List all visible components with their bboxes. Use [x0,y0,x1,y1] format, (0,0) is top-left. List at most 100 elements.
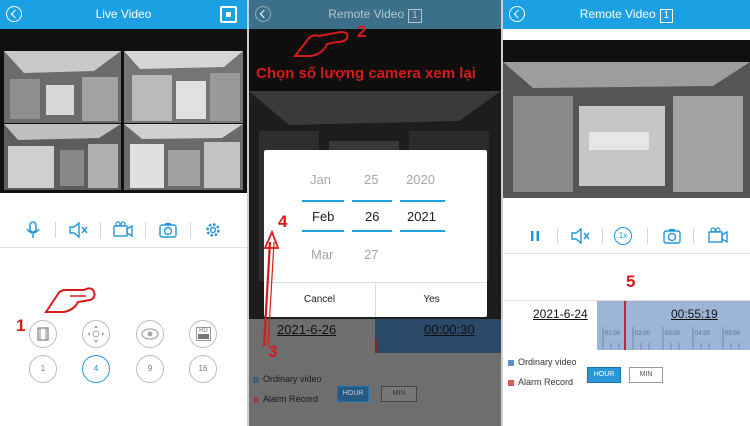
playback-button[interactable] [29,320,57,348]
tick-label: 02:00 [635,331,651,337]
pointing-hand-icon [44,287,96,313]
timeline-date: 2021-6-26 [277,322,337,337]
min-button[interactable]: MIN [381,386,417,402]
month-option[interactable]: Mar [311,247,333,262]
pointing-hand-icon [292,30,349,57]
page-title: Remote Video 1 [503,7,750,23]
day-option[interactable]: 25 [364,172,378,187]
speed-label: 1x [618,231,628,240]
ok-button[interactable]: Yes [376,294,487,305]
ordinary-legend-marker [508,360,514,366]
hour-button[interactable]: HOUR [337,386,369,402]
hd-icon: HD [196,327,211,341]
split-label: 1 [40,364,46,373]
split-1-button[interactable]: 1 [29,355,57,383]
camera-tile-3[interactable] [4,124,121,190]
divider [55,222,56,238]
camera-count-badge[interactable]: 1 [408,9,422,23]
live-toolbar [0,212,247,248]
playback-video[interactable] [503,40,750,198]
ordinary-legend-marker [253,377,259,383]
record-icon[interactable] [707,226,729,246]
camera-tile-2[interactable] [124,51,243,123]
split-9-button[interactable]: 9 [136,355,164,383]
page-title-text: Remote Video [579,7,656,21]
annotation-text: Chọn số lượng camera xem lại [256,65,476,82]
step-5-label: 5 [626,272,636,291]
timeline-time: 00:55:19 [671,307,718,321]
divider [602,228,603,244]
settings-icon[interactable] [202,220,224,240]
selected-year[interactable]: 2021 [407,209,436,224]
remote-video-titlebar: Remote Video 1 [249,0,501,29]
record-icon[interactable] [112,220,134,240]
camera-tile-1[interactable] [4,51,121,123]
fisheye-icon [141,328,159,340]
date-picker-dialog: Jan 25 2020 Feb 26 2021 Mar 27 Cancel Ye… [264,150,487,317]
split-4-button[interactable]: 4 [82,355,110,383]
camera-grid [0,29,247,193]
tick-label: 05:00 [725,331,741,337]
day-option[interactable]: 27 [364,247,378,262]
divider [557,228,558,244]
playback-icon [37,327,49,341]
fullscreen-icon[interactable] [220,6,237,23]
camera-image [4,124,121,190]
arrow-icon [262,229,280,347]
day-selection-top-line [352,200,392,202]
day-selection-bottom-line [352,230,392,232]
year-selection-top-line [400,200,445,202]
alarm-legend-text: Alarm Record [263,394,319,404]
ptz-button[interactable] [82,320,110,348]
page-title-text: Remote Video [328,7,405,21]
mute-icon[interactable] [569,226,591,246]
timeline-time: 00:00:30 [424,322,475,337]
step-1-label: 1 [16,316,26,335]
selected-day[interactable]: 26 [365,209,379,224]
timeline-cursor [375,339,377,353]
page-title: Live Video [95,7,152,21]
timeline-date: 2021-6-24 [533,307,588,321]
snapshot-icon[interactable] [661,226,683,246]
microphone-icon[interactable] [22,220,44,240]
ptz-icon [87,325,105,343]
pause-icon[interactable] [524,226,546,246]
alarm-legend-marker [253,397,259,403]
fisheye-button[interactable] [136,320,164,348]
step-3-label: 3 [268,342,278,361]
tick-label: 01:00 [605,331,621,337]
tick-label: 03:00 [665,331,681,337]
camera-count-badge[interactable]: 1 [659,9,674,23]
alarm-legend-text: Alarm Record [518,377,574,387]
divider [145,222,146,238]
selected-month[interactable]: Feb [312,209,334,224]
month-option[interactable]: Jan [310,172,331,187]
split-16-button[interactable]: 16 [189,355,217,383]
speed-icon[interactable]: 1x [614,227,632,245]
year-selection-bottom-line [400,230,445,232]
mute-icon[interactable] [67,220,89,240]
remote-video-playback-screen: Remote Video 1 1x 5 01:00 02:00 03:00 04… [503,0,750,426]
live-video-screen: Live Video HD 1 4 9 16 1 [0,0,247,426]
camera-image [503,62,750,198]
year-option[interactable]: 2020 [406,172,435,187]
dimmed-timeline-area: 2021-6-26 00:00:30 Ordinary video Alarm … [249,319,501,426]
live-video-titlebar: Live Video [0,0,247,29]
month-selection-top-line [302,200,344,202]
alarm-legend-marker [508,380,514,386]
split-label: 4 [93,364,99,373]
min-button[interactable]: MIN [629,367,663,383]
split-label: 9 [147,364,153,373]
timeline-cursor[interactable] [624,301,626,350]
timeline[interactable]: 01:00 02:00 03:00 04:00 05:00 2021-6-24 … [503,300,750,350]
camera-tile-4[interactable] [124,124,243,190]
snapshot-icon[interactable] [157,220,179,240]
playback-toolbar: 1x [503,218,750,254]
split-label: 16 [198,364,208,373]
camera-image [124,51,243,123]
camera-image [4,51,121,123]
tick-label: 04:00 [695,331,711,337]
hour-button[interactable]: HOUR [587,367,621,383]
remote-video-dialog-screen: Remote Video 1 2 Chọn số lượng camera xem… [249,0,501,426]
hd-button[interactable]: HD [189,320,217,348]
